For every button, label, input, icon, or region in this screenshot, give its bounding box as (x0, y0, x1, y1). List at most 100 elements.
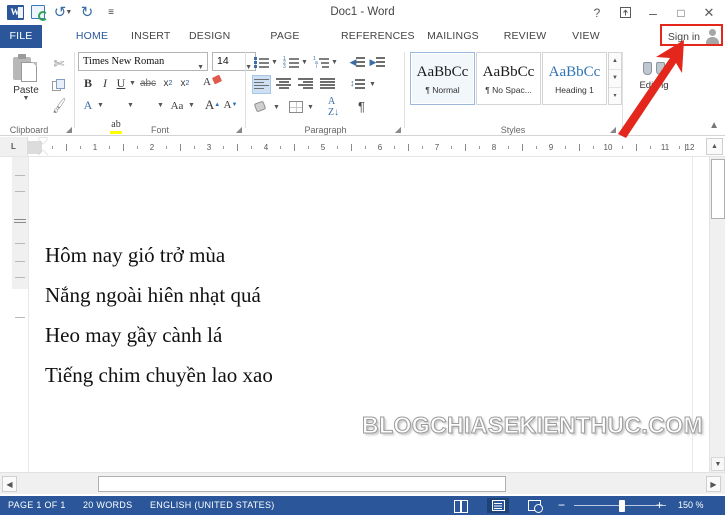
align-left-button[interactable] (252, 75, 271, 94)
italic-button[interactable]: I (98, 74, 112, 93)
style-no-spacing[interactable]: AaBbCc ¶ No Spac... (476, 52, 541, 105)
document-page[interactable]: Hôm nay gió trở mùa Nắng ngoài hiên nhạt… (28, 157, 693, 472)
align-center-button[interactable] (274, 75, 293, 93)
font-dialog-launcher[interactable]: ◢ (236, 125, 242, 134)
scroll-down-button[interactable]: ▼ (711, 457, 725, 471)
decrease-indent-button[interactable]: ◀ (348, 53, 366, 71)
paragraph-dialog-launcher[interactable]: ◢ (395, 125, 401, 134)
vertical-scrollbar-thumb[interactable] (711, 159, 725, 219)
show-formatting-marks-button[interactable]: ¶ (352, 97, 371, 115)
font-name-input[interactable]: Times New Roman ▼ (78, 52, 208, 71)
cut-button[interactable]: ✄ (48, 54, 70, 74)
style-label: ¶ Normal (425, 84, 460, 95)
zoom-level-label[interactable]: 150 % (678, 496, 704, 515)
chevron-down-icon[interactable]: ▼ (272, 98, 281, 116)
help-button[interactable]: ? (583, 1, 611, 24)
zoom-in-button[interactable]: + (656, 496, 663, 515)
document-text[interactable]: Hôm nay gió trở mùa Nắng ngoài hiên nhạt… (45, 235, 645, 395)
shading-button[interactable] (252, 98, 271, 116)
styles-scroll-up-button[interactable]: ▲ (609, 53, 621, 71)
tab-design[interactable]: DESIGN (180, 25, 238, 48)
tab-stop-selector[interactable]: L (0, 137, 28, 156)
chevron-down-icon[interactable]: ▼ (270, 53, 279, 71)
align-right-button[interactable] (296, 75, 315, 93)
scroll-left-button[interactable]: ◀ (2, 476, 17, 492)
scroll-right-button[interactable]: ▶ (706, 476, 721, 492)
undo-icon[interactable]: ↺ ▼ (52, 2, 74, 23)
text-effects-button[interactable]: A (80, 96, 96, 115)
sign-in-button[interactable]: Sign in (668, 26, 721, 47)
chevron-down-icon[interactable]: ▼ (126, 96, 135, 115)
chevron-down-icon[interactable]: ▼ (651, 91, 658, 98)
collapse-ribbon-button[interactable]: ▲ (709, 120, 719, 131)
language-indicator[interactable]: ENGLISH (UNITED STATES) (150, 496, 275, 515)
copy-button[interactable] (48, 75, 70, 95)
bold-button[interactable]: B (80, 74, 96, 93)
read-mode-button[interactable] (450, 498, 472, 513)
vertical-indent-marker[interactable] (14, 219, 26, 223)
increase-indent-button[interactable]: ▶ (368, 53, 386, 71)
tab-insert[interactable]: INSERT (122, 25, 176, 48)
superscript-button[interactable]: x2 (177, 74, 193, 93)
customize-qat-icon[interactable]: ≡ (100, 2, 122, 23)
borders-button[interactable] (286, 98, 305, 116)
chevron-down-icon[interactable]: ▼ (306, 98, 315, 116)
tab-home[interactable]: HOME (66, 25, 118, 48)
print-layout-button[interactable] (487, 498, 509, 513)
styles-scroll-down-button[interactable]: ▼ (609, 70, 621, 88)
zoom-slider-thumb[interactable] (619, 500, 625, 512)
horizontal-scrollbar-thumb[interactable] (98, 476, 506, 492)
tab-view[interactable]: VIEW (560, 25, 612, 48)
numbering-button[interactable]: 123 (282, 53, 300, 71)
underline-button[interactable]: U (114, 74, 128, 93)
ribbon-display-options-button[interactable] (611, 1, 639, 24)
styles-dialog-launcher[interactable]: ◢ (610, 125, 616, 134)
first-line-indent-marker[interactable] (38, 138, 48, 144)
tab-mailings[interactable]: MAILINGS (418, 25, 488, 48)
line-spacing-button[interactable]: ↕ (348, 75, 368, 93)
web-layout-button[interactable] (523, 498, 545, 513)
tab-file[interactable]: FILE (0, 25, 42, 48)
horizontal-scrollbar[interactable]: ◀ ▶ (0, 472, 725, 494)
clipboard-dialog-launcher[interactable]: ◢ (66, 125, 72, 134)
word-count[interactable]: 20 WORDS (83, 496, 132, 515)
chevron-down-icon[interactable]: ▼ (156, 96, 165, 115)
scroll-up-button[interactable]: ▲ (706, 138, 723, 155)
chevron-down-icon[interactable]: ▼ (368, 75, 377, 93)
style-normal[interactable]: AaBbCc ¶ Normal (410, 52, 475, 105)
minimize-button[interactable]: – (639, 1, 667, 24)
tab-review[interactable]: REVIEW (494, 25, 556, 48)
bullets-button[interactable] (252, 53, 270, 71)
clear-formatting-button[interactable]: A (202, 73, 223, 92)
vertical-scrollbar[interactable]: ▼ (709, 157, 725, 472)
close-button[interactable]: ✕ (695, 1, 723, 24)
chevron-down-icon[interactable]: ▼ (96, 96, 105, 115)
strikethrough-button[interactable]: abc (138, 74, 158, 93)
redo-icon[interactable]: ↻ (76, 2, 98, 23)
style-heading-1[interactable]: AaBbCc Heading 1 (542, 52, 607, 105)
chevron-down-icon[interactable]: ▼ (23, 95, 30, 102)
subscript-button[interactable]: x2 (160, 74, 176, 93)
maximize-button[interactable]: □ (667, 1, 695, 24)
sort-button[interactable]: A Z↓ (324, 96, 343, 118)
chevron-down-icon[interactable]: ▼ (330, 53, 339, 71)
shrink-font-button[interactable]: A ▼ (222, 95, 239, 114)
chevron-down-icon[interactable]: ▼ (300, 53, 309, 71)
hanging-indent-marker[interactable] (38, 150, 48, 156)
page-indicator[interactable]: PAGE 1 OF 1 (8, 496, 66, 515)
multilevel-list-button[interactable]: 1ai (312, 53, 330, 71)
underline-chevron-icon[interactable]: ▼ (128, 74, 137, 93)
chevron-down-icon[interactable]: ▼ (187, 96, 196, 115)
zoom-out-button[interactable]: − (558, 496, 565, 515)
ruler-track[interactable]: 1 2 3 4 5 6 7 8 9 10 11 12 (28, 138, 703, 156)
tab-references[interactable]: REFERENCES (332, 25, 415, 48)
tab-page-layout[interactable]: PAGE LAYOUT (242, 25, 328, 65)
change-case-button[interactable]: Aa (166, 96, 188, 115)
save-icon[interactable] (28, 2, 50, 23)
editing-button[interactable]: Editing ▼ (632, 54, 676, 108)
justify-button[interactable] (318, 75, 337, 93)
paste-button[interactable]: Paste ▼ (6, 52, 46, 116)
grow-font-button[interactable]: A ▲ (204, 95, 221, 114)
format-painter-button[interactable]: 🖌 (48, 96, 70, 116)
styles-more-button[interactable]: ▾ (609, 88, 621, 104)
